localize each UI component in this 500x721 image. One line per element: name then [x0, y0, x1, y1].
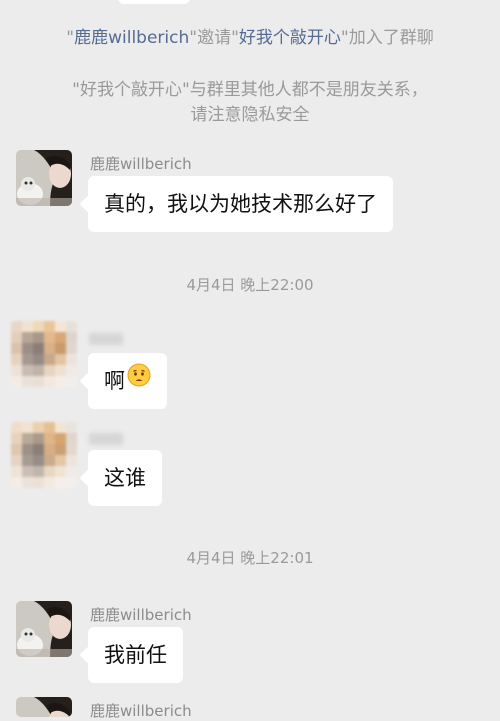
message-text: 啊 — [104, 369, 125, 393]
avatar[interactable] — [16, 601, 72, 657]
sender-name[interactable]: 鹿鹿willberich — [90, 153, 192, 174]
privacy-notice-line-1: "好我个敲开心"与群里其他人都不是朋友关系， — [72, 80, 428, 100]
user-photo-icon — [16, 150, 72, 206]
sender-name-pixelated[interactable] — [89, 433, 123, 445]
user-photo-icon — [16, 601, 72, 657]
user-photo-icon — [16, 697, 72, 717]
message-bubble[interactable]: 真的，我以为她技术那么好了 — [88, 176, 393, 232]
invitee-name-link[interactable]: 好我个敲开心 — [239, 28, 341, 48]
avatar-pixelated[interactable] — [11, 422, 77, 488]
sender-name[interactable]: 鹿鹿willberich — [90, 700, 192, 721]
invite-text: "邀请" — [189, 28, 239, 48]
joined-text: "加入了群聊 — [340, 28, 434, 48]
message-timestamp: 4月4日 晚上22:00 — [186, 276, 314, 294]
message-bubble[interactable]: 啊 — [88, 353, 167, 409]
message-bubble[interactable]: 这谁 — [88, 450, 162, 506]
message-bubble[interactable]: 我前任 — [88, 627, 183, 683]
anguished-face-emoji-icon — [127, 352, 151, 408]
previous-message-bubble-edge — [118, 0, 190, 4]
message-text: 我前任 — [104, 643, 167, 667]
message-text: 这谁 — [104, 466, 146, 490]
message-timestamp: 4月4日 晚上22:01 — [186, 549, 314, 567]
inviter-name-link[interactable]: 鹿鹿willberich — [74, 28, 189, 48]
quote-mark: " — [66, 28, 75, 48]
message-text: 真的，我以为她技术那么好了 — [104, 192, 377, 216]
sender-name-pixelated[interactable] — [89, 333, 123, 345]
avatar[interactable] — [16, 697, 72, 717]
group-invite-notice: "鹿鹿willberich"邀请"好我个敲开心"加入了群聊 — [0, 26, 500, 51]
avatar[interactable] — [16, 150, 72, 206]
sender-name[interactable]: 鹿鹿willberich — [90, 604, 192, 625]
privacy-notice-line-2: 请注意隐私安全 — [190, 105, 310, 125]
avatar-pixelated[interactable] — [11, 321, 77, 387]
